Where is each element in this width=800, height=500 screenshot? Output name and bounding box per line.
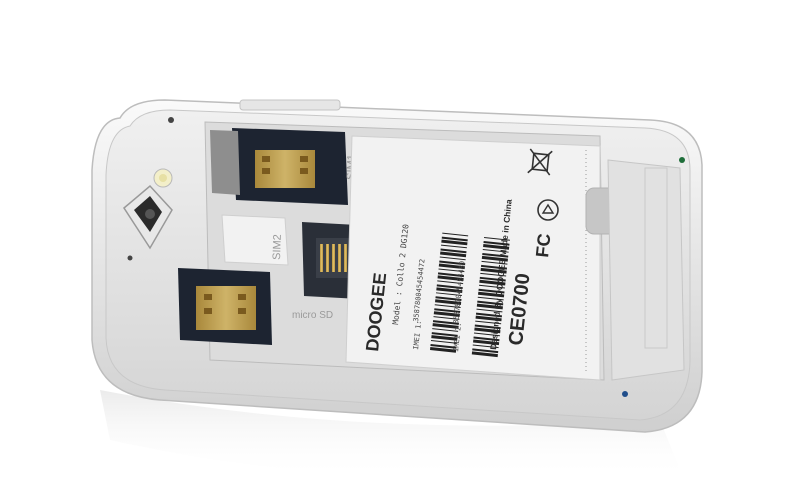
screw-bottom-right — [622, 391, 628, 397]
sticker-fc-mark: FC — [532, 232, 554, 258]
sim1-contacts — [255, 150, 315, 188]
microsd-label: micro SD — [292, 310, 333, 321]
power-button — [239, 99, 341, 111]
screw-top-left — [168, 117, 174, 123]
side-panel — [607, 159, 685, 381]
metal-shield — [210, 130, 240, 195]
flash-led-icon — [153, 168, 173, 188]
sim-bottom-contacts — [196, 286, 256, 330]
phone-illustration: SIM1 SIM2 micro SD DOOGEE Model : Collo … — [91, 99, 703, 480]
battery-sticker — [345, 135, 601, 381]
indicator-dot — [679, 157, 685, 163]
sim2-label: SIM2 — [271, 234, 284, 260]
screw-left — [127, 255, 133, 261]
product-photo: SIM1 SIM2 micro SD DOOGEE Model : Collo … — [0, 0, 800, 500]
